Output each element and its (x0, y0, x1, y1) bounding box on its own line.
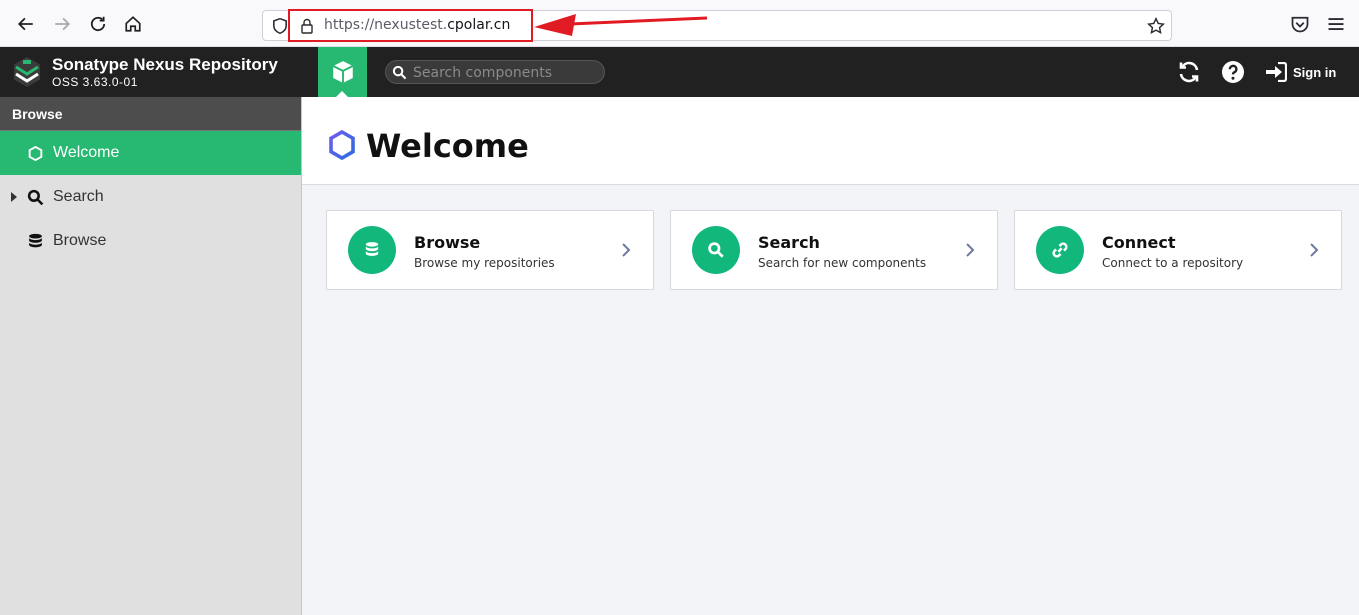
hexagon-icon (28, 145, 43, 161)
database-icon (365, 242, 379, 256)
card-subtitle: Search for new components (758, 256, 927, 270)
chevron-right-icon (622, 243, 631, 257)
search-icon (27, 189, 44, 205)
annotation-arrow-icon (534, 14, 708, 36)
card-title: Connect (1102, 233, 1176, 252)
sidebar-item-welcome[interactable]: Welcome (0, 131, 301, 175)
app-version: OSS 3.63.0-01 (52, 75, 138, 89)
sidebar: Browse Welcome Search Browse (0, 97, 302, 615)
sign-in-label: Sign in (1293, 64, 1337, 80)
card-title: Browse (414, 233, 481, 252)
connect-card[interactable]: Connect Connect to a repository (1014, 210, 1342, 290)
card-icon-circle (348, 226, 396, 274)
hexagon-icon (329, 129, 355, 161)
browser-toolbar: https://nexustest.cpolar.cn (0, 0, 1359, 47)
reload-button[interactable] (84, 10, 112, 38)
chevron-right-icon (966, 243, 975, 257)
refresh-icon[interactable] (1177, 60, 1201, 84)
sidebar-item-label: Welcome (53, 144, 120, 161)
star-icon[interactable] (1147, 17, 1165, 35)
search-input[interactable] (413, 63, 598, 82)
shield-icon[interactable] (271, 17, 289, 35)
sidebar-item-label: Search (53, 188, 104, 205)
card-icon-circle (692, 226, 740, 274)
card-subtitle: Connect to a repository (1102, 256, 1244, 270)
sign-in-button[interactable]: Sign in (1265, 61, 1336, 83)
url-text[interactable]: https://nexustest.cpolar.cn (324, 17, 510, 33)
search-card[interactable]: Search Search for new components (670, 210, 998, 290)
address-bar[interactable]: https://nexustest.cpolar.cn (262, 10, 1172, 41)
forward-icon (55, 17, 71, 31)
help-icon[interactable] (1221, 60, 1245, 84)
link-icon (1052, 242, 1068, 258)
page-header: Welcome (302, 97, 1359, 185)
sidebar-section-title: Browse (0, 97, 301, 131)
page-title: Welcome (366, 127, 529, 165)
lock-icon[interactable] (299, 17, 315, 35)
database-icon (29, 233, 42, 247)
browse-card[interactable]: Browse Browse my repositories (326, 210, 654, 290)
forward-button[interactable] (48, 10, 76, 38)
home-button[interactable] (119, 10, 147, 38)
reload-icon (90, 16, 106, 32)
sidebar-item-label: Browse (53, 232, 107, 249)
home-icon (125, 16, 141, 32)
component-search[interactable] (385, 60, 605, 84)
sidebar-item-search[interactable]: Search (0, 175, 301, 219)
app-title: Sonatype Nexus Repository (52, 55, 278, 74)
sidebar-item-browse[interactable]: Browse (0, 219, 301, 263)
pocket-icon[interactable] (1290, 14, 1310, 34)
search-icon (708, 242, 724, 258)
back-icon (17, 17, 33, 31)
card-icon-circle (1036, 226, 1084, 274)
main-content: Welcome Browse Browse my repositories Se… (302, 97, 1359, 615)
cube-icon (332, 61, 353, 83)
nexus-logo-icon[interactable] (12, 56, 42, 88)
chevron-right-icon (1310, 243, 1319, 257)
menu-icon[interactable] (1326, 14, 1346, 34)
search-icon (392, 65, 407, 80)
sign-in-icon (1266, 62, 1287, 82)
expand-caret-icon[interactable] (11, 192, 17, 202)
browse-mode-button[interactable] (318, 47, 367, 97)
back-button[interactable] (12, 10, 40, 38)
card-subtitle: Browse my repositories (414, 256, 555, 270)
app-header: Sonatype Nexus Repository OSS 3.63.0-01 … (0, 47, 1359, 97)
card-title: Search (758, 233, 820, 252)
